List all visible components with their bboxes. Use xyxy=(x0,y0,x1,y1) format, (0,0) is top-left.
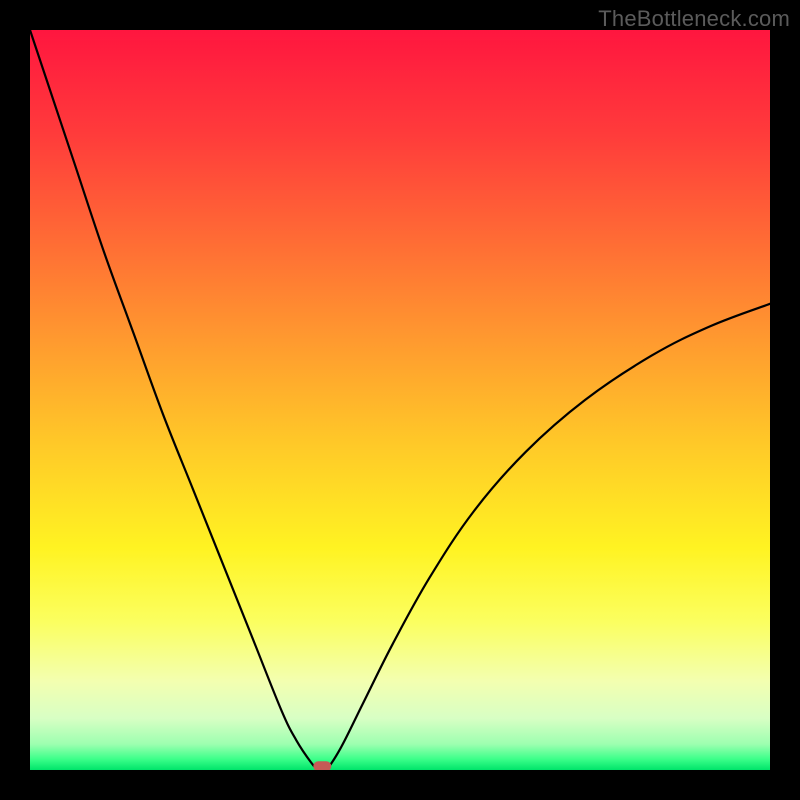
watermark-text: TheBottleneck.com xyxy=(598,6,790,32)
minimum-marker xyxy=(313,761,331,770)
plot-area xyxy=(30,30,770,770)
bottleneck-chart xyxy=(30,30,770,770)
gradient-background xyxy=(30,30,770,770)
chart-frame: TheBottleneck.com xyxy=(0,0,800,800)
